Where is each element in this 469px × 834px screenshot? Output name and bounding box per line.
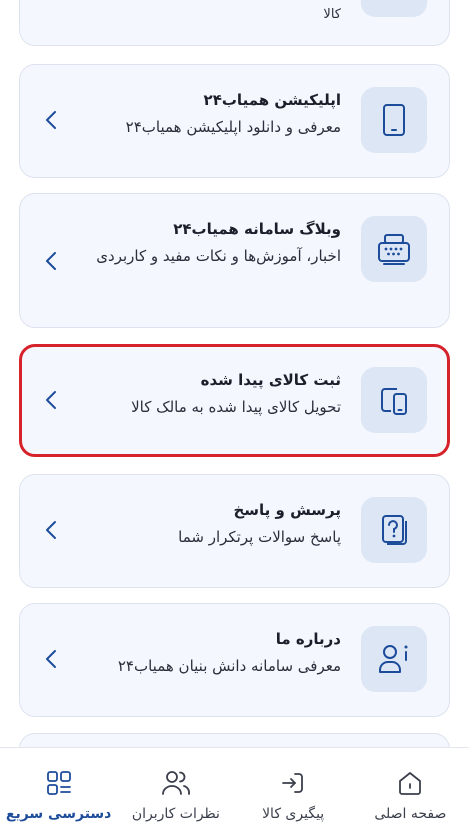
nav-quick-access-label: دسترسی سریع	[5, 806, 112, 822]
card-faq-desc: پاسخ سوالات پرتکرار شما	[178, 528, 341, 546]
nav-track-item[interactable]: پیگیری کالا	[235, 748, 352, 834]
card-top-desc: کالا	[323, 7, 341, 22]
mobile-icon	[361, 87, 427, 153]
chevron-left-icon	[46, 252, 56, 270]
card-found-item[interactable]: ثبت کالای پیدا شده تحویل کالای پیدا شده …	[19, 344, 450, 457]
card-faq[interactable]: پرسش و پاسخ پاسخ سوالات پرتکرار شما	[19, 474, 450, 588]
card-about-title: درباره ما	[275, 630, 341, 648]
question-icon	[361, 497, 427, 563]
nav-quick-access[interactable]: دسترسی سریع	[0, 748, 117, 834]
card-app-desc: معرفی و دانلود اپلیکیشن همیاب۲۴	[125, 118, 341, 136]
card-found-title: ثبت کالای پیدا شده	[200, 371, 341, 389]
card-blog-title: وبلاگ سامانه همیاب۲۴	[173, 220, 341, 238]
bottom-navigation: صفحه اصلی پیگیری کالا نظرات کاربران دستر…	[0, 747, 469, 834]
blog-icon	[361, 216, 427, 282]
chevron-left-icon	[46, 111, 56, 129]
chevron-left-icon	[46, 650, 56, 668]
card-about-desc: معرفی سامانه دانش بنیان همیاب۲۴	[117, 657, 341, 675]
card-blog[interactable]: وبلاگ سامانه همیاب۲۴ اخبار، آموزش‌ها و ن…	[19, 193, 450, 328]
card-about[interactable]: درباره ما معرفی سامانه دانش بنیان همیاب۲…	[19, 603, 450, 717]
login-arrow-icon	[278, 768, 308, 798]
user-info-icon	[361, 626, 427, 692]
nav-reviews-label: نظرات کاربران	[131, 806, 220, 822]
chevron-left-icon	[46, 521, 56, 539]
card-faq-title: پرسش و پاسخ	[233, 501, 341, 519]
nav-reviews[interactable]: نظرات کاربران	[117, 748, 234, 834]
nav-home-label: صفحه اصلی	[374, 806, 447, 822]
card-top-partial[interactable]: کالا	[19, 0, 450, 46]
users-icon	[160, 768, 192, 798]
chevron-left-icon	[46, 391, 56, 409]
card-found-desc: تحویل کالای پیدا شده به مالک کالا	[131, 398, 341, 416]
devices-icon	[361, 367, 427, 433]
grid-icon	[44, 768, 74, 798]
nav-home[interactable]: صفحه اصلی	[352, 748, 469, 834]
card-blog-desc: اخبار، آموزش‌ها و نکات مفید و کاربردی	[96, 247, 341, 265]
nav-track-label: پیگیری کالا	[262, 806, 325, 822]
home-icon	[395, 768, 425, 798]
card-app-title: اپلیکیشن همیاب۲۴	[203, 91, 341, 109]
card-top-icon-box	[361, 0, 427, 17]
card-app[interactable]: اپلیکیشن همیاب۲۴ معرفی و دانلود اپلیکیشن…	[19, 64, 450, 178]
